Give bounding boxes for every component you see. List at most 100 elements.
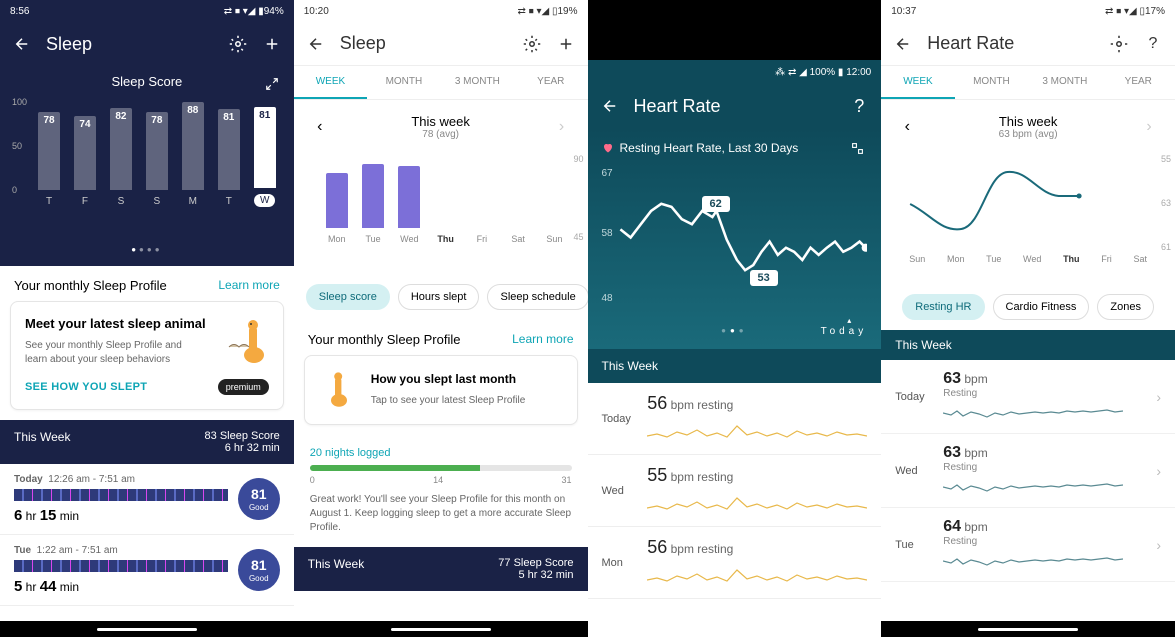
progress-bar <box>310 465 572 471</box>
progress-note: Great work! You'll see your Sleep Profil… <box>310 493 572 535</box>
section-title: Your monthly Sleep Profile <box>14 278 167 293</box>
plus-icon[interactable] <box>556 34 576 54</box>
sleep-week-chart[interactable]: 90 45 MonTueWedThuFriSatSun <box>294 154 588 274</box>
status-time: 8:56 <box>10 6 29 17</box>
nav-bar <box>881 621 1175 637</box>
app-bar: Heart Rate ? <box>588 84 882 128</box>
gear-icon[interactable] <box>228 34 248 54</box>
progress-section: 20 nights logged 01431 Great work! You'l… <box>294 435 588 547</box>
tab-month[interactable]: MONTH <box>367 66 440 99</box>
gear-icon[interactable] <box>522 34 542 54</box>
page-dots[interactable]: ●●●● <box>12 245 282 254</box>
chip-hours-slept[interactable]: Hours slept <box>398 284 480 310</box>
section-header: Your monthly Sleep Profile Learn more <box>294 320 588 355</box>
sleep-day-row[interactable]: Today 12:26 am - 7:51 am 6 hr 15 min 81G… <box>0 464 294 535</box>
learn-more-link[interactable]: Learn more <box>218 278 279 293</box>
help-icon[interactable]: ? <box>849 96 869 116</box>
chevron-right-icon: › <box>1156 537 1161 553</box>
nav-bar <box>0 621 294 637</box>
see-how-slept-button[interactable]: SEE HOW YOU SLEPT <box>25 381 147 393</box>
hr-day-row[interactable]: Wed 63 bpm Resting › <box>881 434 1175 508</box>
expand-icon[interactable] <box>847 138 867 158</box>
next-icon[interactable]: › <box>552 117 572 137</box>
hr-day-row[interactable]: Tue 64 bpm Resting › <box>881 508 1175 582</box>
chip-sleep-score[interactable]: Sleep score <box>306 284 390 310</box>
score-badge: 81Good <box>238 478 280 520</box>
tab-month[interactable]: MONTH <box>955 66 1028 99</box>
premium-badge: premium <box>218 379 269 395</box>
hr-day-row[interactable]: Wed 55 bpm resting <box>588 455 882 527</box>
page-title: Heart Rate <box>634 96 836 117</box>
week-header: This Week <box>881 330 1175 360</box>
period-tabs: WEEKMONTH3 MONTHYEAR <box>294 66 588 100</box>
period-nav: ‹ This week 78 (avg) › <box>294 100 588 154</box>
chip-cardio-fitness[interactable]: Cardio Fitness <box>993 294 1090 320</box>
chevron-right-icon: › <box>1156 463 1161 479</box>
section-title: Your monthly Sleep Profile <box>308 332 461 347</box>
sleep-day-row[interactable]: Tue 1:22 am - 7:51 am 5 hr 44 min 81Good <box>0 535 294 606</box>
tab-year[interactable]: YEAR <box>1102 66 1175 99</box>
heart-rate-hero: Resting Heart Rate, Last 30 Days 67 58 4… <box>588 128 882 349</box>
next-icon[interactable]: › <box>1139 117 1159 137</box>
card-subtitle: See your monthly Sleep Profile and learn… <box>25 339 207 367</box>
help-icon[interactable]: ? <box>1143 34 1163 54</box>
status-bar: 8:56 ⇄ ⏹ ▾◢ ▮94% <box>0 0 294 22</box>
hr-day-row[interactable]: Today 63 bpm Resting › <box>881 360 1175 434</box>
tab-year[interactable]: YEAR <box>514 66 587 99</box>
resting-hr-chart[interactable]: 67 58 48 62 53 <box>602 168 868 318</box>
tab-week[interactable]: WEEK <box>881 66 954 99</box>
heart-icon <box>602 142 614 154</box>
prev-icon[interactable]: ‹ <box>897 117 917 137</box>
period-nav: ‹ This week 63 bpm (avg) › <box>881 100 1175 154</box>
chip-resting-hr[interactable]: Resting HR <box>902 294 984 320</box>
status-time: 10:20 <box>304 6 329 17</box>
metric-chips: Resting HR Cardio Fitness Zones <box>881 284 1175 330</box>
sleep-animal-card[interactable]: Meet your latest sleep animal See your m… <box>10 301 284 410</box>
card-title: Meet your latest sleep animal <box>25 316 207 331</box>
app-bar: Heart Rate ? <box>881 22 1175 66</box>
week-score: 77 Sleep Score <box>498 557 573 569</box>
chip-zones[interactable]: Zones <box>1097 294 1154 320</box>
week-label: This Week <box>308 557 364 581</box>
back-icon[interactable] <box>12 34 32 54</box>
hero-title: Sleep Score <box>12 74 282 89</box>
sleep-score-chart[interactable]: 100 50 0 78T74F82S78S88M81T81W <box>12 97 282 237</box>
plus-icon[interactable] <box>262 34 282 54</box>
page-title: Heart Rate <box>927 33 1095 54</box>
section-header: Your monthly Sleep Profile Learn more <box>0 266 294 301</box>
page-title: Sleep <box>46 34 214 55</box>
page-dots[interactable]: ●●● Today ▴ <box>602 326 868 335</box>
app-bar: Sleep <box>0 22 294 66</box>
page-title: Sleep <box>340 33 508 54</box>
progress-label: 20 nights logged <box>310 447 572 459</box>
screen-sleep-light: 10:20 ⇄ ⏹ ▾◢ ▯19% Sleep WEEKMONTH3 MONTH… <box>294 0 588 637</box>
back-icon[interactable] <box>600 96 620 116</box>
giraffe-icon <box>319 370 359 410</box>
gear-icon[interactable] <box>1109 34 1129 54</box>
period-title: This week <box>411 114 470 129</box>
chip-sleep-schedule[interactable]: Sleep schedule <box>487 284 587 310</box>
sleep-profile-card[interactable]: How you slept last month Tap to see your… <box>304 355 578 425</box>
callout-low: 53 <box>750 270 778 286</box>
chevron-right-icon: › <box>1156 389 1161 405</box>
tab-3-month[interactable]: 3 MONTH <box>1028 66 1101 99</box>
back-icon[interactable] <box>306 34 326 54</box>
learn-more-link[interactable]: Learn more <box>512 332 573 347</box>
prev-icon[interactable]: ‹ <box>310 117 330 137</box>
tab-3-month[interactable]: 3 MONTH <box>441 66 514 99</box>
week-header: This Week 83 Sleep Score 6 hr 32 min <box>0 420 294 464</box>
hr-day-row[interactable]: Mon 56 bpm resting <box>588 527 882 599</box>
status-bar: ⁂ ⇄ ◢ 100% ▮ 12:00 <box>588 60 882 84</box>
resting-hr-week-chart[interactable]: 55 63 61 SunMonTueWedThuFriSat <box>881 154 1175 284</box>
status-icons: ⁂ ⇄ ◢ 100% ▮ 12:00 <box>775 67 871 78</box>
back-icon[interactable] <box>893 34 913 54</box>
expand-icon[interactable] <box>262 74 282 94</box>
week-duration: 5 hr 32 min <box>498 569 573 581</box>
period-subtitle: 63 bpm (avg) <box>999 129 1058 140</box>
tab-week[interactable]: WEEK <box>294 66 367 99</box>
hr-day-row[interactable]: Today 56 bpm resting <box>588 383 882 455</box>
period-subtitle: 78 (avg) <box>411 129 470 140</box>
screen-heart-dark: ⁂ ⇄ ◢ 100% ▮ 12:00 Heart Rate ? Resting … <box>588 0 882 637</box>
screen-sleep-dark: 8:56 ⇄ ⏹ ▾◢ ▮94% Sleep Sleep Score 100 5… <box>0 0 294 637</box>
status-icons: ⇄ ⏹ ▾◢ ▯19% <box>518 6 578 17</box>
